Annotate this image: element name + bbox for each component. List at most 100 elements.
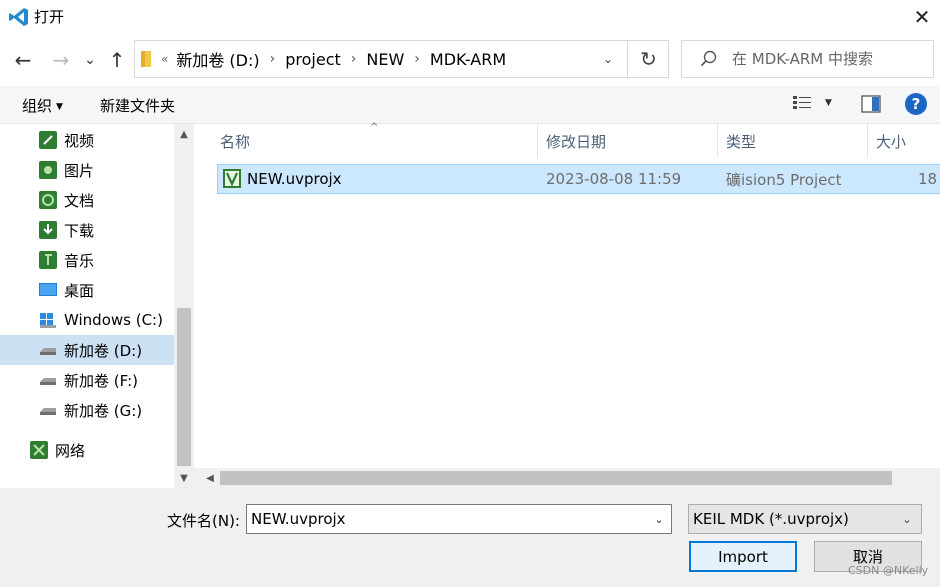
filename-combobox[interactable]: ⌄ — [246, 504, 672, 534]
sidebar-item-label: 网络 — [55, 441, 86, 460]
forward-arrow-icon: → — [52, 48, 70, 72]
up-button[interactable]: ↑ — [102, 44, 132, 76]
vscode-icon — [9, 8, 28, 26]
help-button[interactable]: ? — [905, 93, 927, 115]
refresh-button[interactable]: ↻ — [627, 41, 669, 77]
sidebar-item-videos[interactable]: 视频 — [0, 125, 174, 155]
sidebar-item-desktop[interactable]: 桌面 — [0, 275, 174, 305]
nav-scroll-thumb[interactable] — [177, 308, 191, 466]
crumb-separator-icon[interactable]: › — [270, 51, 276, 67]
desktop-icon — [39, 283, 57, 296]
navigation-pane: 视频 图片 文档 下载 音乐 桌面 Windows (C:) 新加卷 (D:) … — [0, 124, 194, 488]
title-bar: 打开 ✕ — [0, 0, 940, 36]
search-icon — [700, 50, 717, 67]
close-button[interactable]: ✕ — [904, 2, 940, 32]
chevron-down-icon: ⌄ — [84, 52, 96, 68]
sidebar-item-music[interactable]: 音乐 — [0, 245, 174, 275]
sidebar-item-label: 新加卷 (F:) — [64, 371, 138, 390]
sidebar-item-label: 图片 — [64, 161, 95, 180]
sidebar-item-label: 文档 — [64, 191, 95, 210]
filename-label: 文件名(N): — [167, 512, 240, 530]
organize-button[interactable]: 组织 ▼ — [22, 95, 63, 116]
file-size: 18 — [918, 170, 938, 188]
crumb-separator-icon[interactable]: › — [414, 51, 420, 67]
new-folder-button[interactable]: 新建文件夹 — [100, 95, 175, 116]
recent-locations-button[interactable]: ⌄ — [78, 44, 102, 76]
sidebar-item-label: 新加卷 (D:) — [64, 341, 143, 360]
crumb-separator-icon[interactable]: › — [351, 51, 357, 67]
documents-icon — [39, 191, 57, 209]
organize-label: 组织 — [22, 97, 53, 115]
view-list-icon — [793, 96, 811, 109]
file-list: 名称 ^ 修改日期 类型 大小 NEW.uvprojx 2023-08-08 1… — [194, 122, 940, 488]
refresh-icon: ↻ — [640, 47, 657, 71]
overflow-chevron-icon[interactable]: « — [161, 52, 168, 66]
file-name: NEW.uvprojx — [247, 170, 342, 188]
sidebar-item-label: 新加卷 (G:) — [64, 401, 143, 420]
toolbar: 组织 ▼ 新建文件夹 ▼ ? — [0, 86, 940, 124]
filetype-select[interactable]: KEIL MDK (*.uvprojx) ⌄ — [688, 504, 922, 534]
sidebar-item-label: Windows (C:) — [64, 311, 163, 329]
back-button[interactable]: ← — [8, 44, 38, 76]
chevron-down-icon: ⌄ — [902, 512, 912, 526]
dialog-footer: 文件名(N): ⌄ KEIL MDK (*.uvprojx) ⌄ Import … — [0, 488, 940, 587]
sidebar-item-downloads[interactable]: 下载 — [0, 215, 174, 245]
column-header-size[interactable]: 大小 — [868, 124, 940, 158]
drive-icon — [40, 348, 56, 355]
sidebar-item-pictures[interactable]: 图片 — [0, 155, 174, 185]
forward-button[interactable]: → — [46, 44, 76, 76]
table-row[interactable]: NEW.uvprojx 2023-08-08 11:59 礦ision5 Pro… — [217, 164, 940, 194]
scroll-left-icon[interactable]: ◀ — [200, 468, 220, 488]
windows-drive-icon — [40, 313, 56, 328]
address-dropdown-button[interactable]: ⌄ — [593, 41, 623, 77]
sidebar-item-drive-g[interactable]: 新加卷 (G:) — [0, 395, 174, 425]
caret-down-icon: ▼ — [825, 98, 832, 108]
filename-input[interactable] — [251, 507, 645, 531]
back-arrow-icon: ← — [14, 48, 32, 72]
sidebar-item-documents[interactable]: 文档 — [0, 185, 174, 215]
crumb-mdk-arm[interactable]: MDK-ARM — [430, 50, 506, 69]
filetype-value: KEIL MDK (*.uvprojx) — [693, 510, 849, 528]
horizontal-scrollbar[interactable]: ◀ — [194, 468, 940, 488]
breadcrumb: « 新加卷 (D:) › project › NEW › MDK-ARM — [161, 41, 506, 77]
up-arrow-icon: ↑ — [108, 48, 126, 72]
preview-pane-icon[interactable] — [861, 95, 881, 113]
sidebar-item-label: 音乐 — [64, 251, 95, 270]
sort-ascending-icon: ^ — [370, 122, 379, 133]
crumb-new[interactable]: NEW — [366, 50, 404, 69]
file-modified: 2023-08-08 11:59 — [546, 170, 682, 188]
help-icon: ? — [911, 95, 921, 113]
import-button[interactable]: Import — [689, 541, 797, 572]
change-view-button[interactable]: ▼ — [793, 95, 832, 111]
nav-scrollbar[interactable]: ▲ ▼ — [174, 124, 194, 488]
folder-icon — [141, 51, 151, 67]
music-icon — [39, 251, 57, 269]
horizontal-scroll-thumb[interactable] — [220, 471, 892, 485]
crumb-drive[interactable]: 新加卷 (D:) — [176, 47, 259, 71]
sidebar-item-label: 桌面 — [64, 281, 95, 300]
sidebar-item-drive-d[interactable]: 新加卷 (D:) — [0, 335, 174, 365]
sidebar-item-label: 视频 — [64, 131, 95, 150]
column-header-modified[interactable]: 修改日期 — [538, 124, 718, 158]
sidebar-item-windows-c[interactable]: Windows (C:) — [0, 305, 174, 335]
file-type: 礦ision5 Project — [726, 170, 842, 189]
uvision-project-icon — [223, 169, 241, 188]
scroll-down-icon[interactable]: ▼ — [174, 468, 194, 488]
column-header-type[interactable]: 类型 — [718, 124, 868, 158]
chevron-down-icon: ⌄ — [602, 52, 614, 66]
sidebar-item-label: 下载 — [64, 221, 95, 240]
video-icon — [39, 131, 57, 149]
scroll-up-icon[interactable]: ▲ — [174, 124, 194, 144]
search-box[interactable] — [681, 40, 934, 78]
address-bar[interactable]: « 新加卷 (D:) › project › NEW › MDK-ARM ⌄ ↻ — [134, 40, 669, 78]
crumb-project[interactable]: project — [285, 50, 341, 69]
pictures-icon — [39, 161, 57, 179]
downloads-icon — [39, 221, 57, 239]
sidebar-item-network[interactable]: 网络 — [0, 435, 174, 465]
drive-icon — [40, 378, 56, 385]
watermark: CSDN @NKelly — [848, 564, 929, 577]
search-input[interactable] — [732, 43, 927, 75]
sidebar-item-drive-f[interactable]: 新加卷 (F:) — [0, 365, 174, 395]
chevron-down-icon[interactable]: ⌄ — [647, 505, 671, 533]
network-icon — [30, 441, 48, 459]
